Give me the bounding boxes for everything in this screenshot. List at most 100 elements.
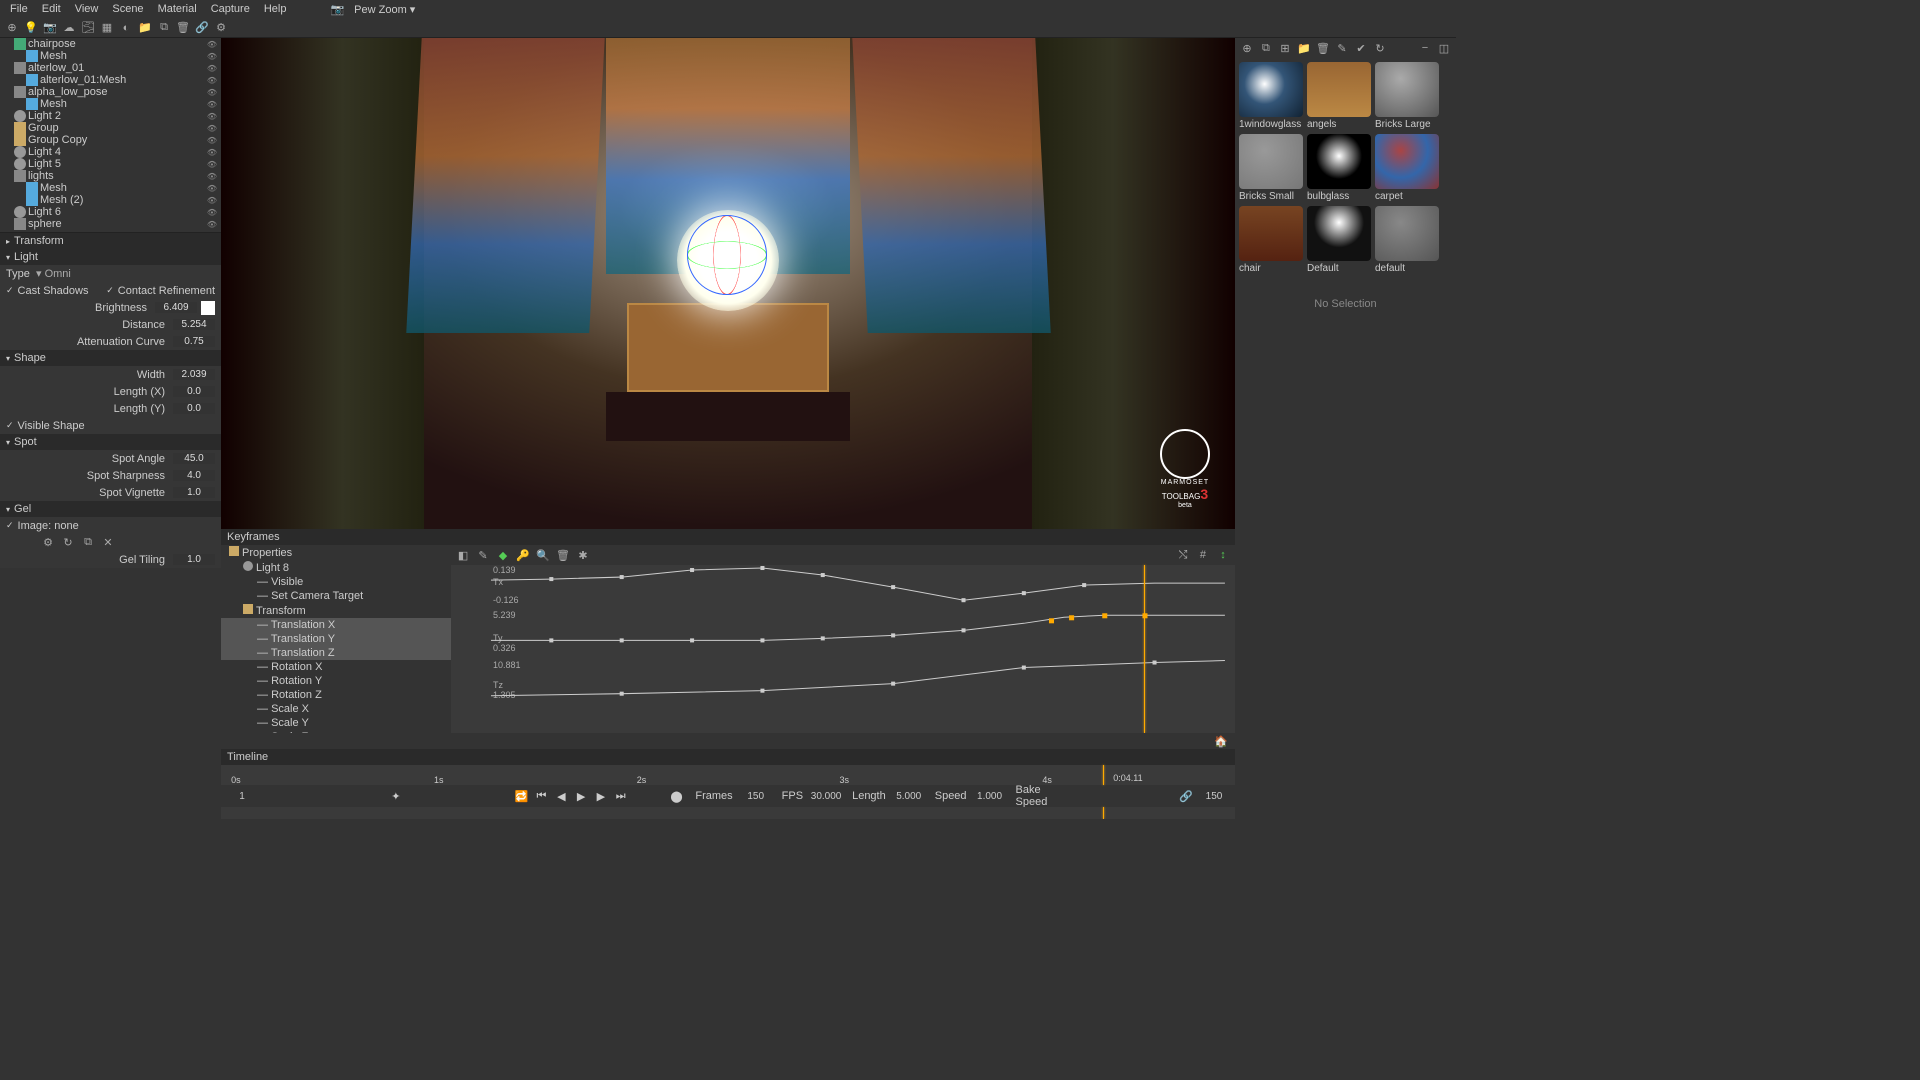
add-light-icon[interactable]: 💡 [23, 20, 39, 36]
material-item[interactable]: Bricks Large [1375, 62, 1439, 130]
kf-auto-icon[interactable]: ◆ [495, 547, 511, 563]
leny-input[interactable] [173, 403, 215, 414]
play-icon[interactable]: ▶ [574, 788, 588, 804]
spot-vig-input[interactable] [173, 487, 215, 498]
kf-shuffle-icon[interactable]: ⤭ [1175, 547, 1191, 563]
gel-gear-icon[interactable]: ⚙ [40, 535, 56, 551]
section-light[interactable]: Light [0, 249, 221, 265]
spot-sharp-input[interactable] [173, 470, 215, 481]
section-shape[interactable]: Shape [0, 350, 221, 366]
outliner-item[interactable]: Mesh👁 [0, 182, 221, 194]
mat-trash-icon[interactable]: 🗑 [1315, 40, 1331, 56]
outliner-item[interactable]: Group👁 [0, 122, 221, 134]
duplicate-icon[interactable]: ⧉ [156, 20, 172, 36]
material-item[interactable]: Bricks Small [1239, 134, 1303, 202]
step-fwd-icon[interactable]: ▶ [594, 788, 608, 804]
add-shadow-icon[interactable]: ◐ [118, 20, 134, 36]
kf-tree-item[interactable]: — Set Camera Target [221, 589, 451, 603]
current-frame-input[interactable] [227, 791, 257, 802]
timeline-header[interactable]: Timeline [221, 749, 1235, 765]
lenx-input[interactable] [173, 386, 215, 397]
menu-scene[interactable]: Scene [106, 1, 149, 17]
link-range-icon[interactable]: 🔗 [1179, 788, 1193, 804]
outliner-item[interactable]: lights👁 [0, 170, 221, 182]
mat-refresh-icon[interactable]: ↻ [1372, 40, 1388, 56]
distance-input[interactable] [173, 319, 215, 330]
frames-input[interactable] [736, 791, 776, 802]
menu-capture[interactable]: Capture [205, 1, 256, 17]
outliner-item[interactable]: sphere👁 [0, 218, 221, 230]
kf-tree-item[interactable]: — Rotation X [221, 660, 451, 674]
spot-angle-input[interactable] [173, 453, 215, 464]
menu-material[interactable]: Material [152, 1, 203, 17]
kf-tree-item[interactable]: Transform [221, 603, 451, 618]
loop-icon[interactable]: 🔁 [515, 788, 529, 804]
kf-add-icon[interactable]: ◧ [455, 547, 471, 563]
light-color-swatch[interactable] [201, 301, 215, 315]
outliner-item[interactable]: Mesh👁 [0, 98, 221, 110]
menu-help[interactable]: Help [258, 1, 293, 17]
bake-speed-button[interactable]: Bake Speed [1016, 784, 1068, 808]
brightness-input[interactable] [155, 302, 197, 313]
kf-tree-item[interactable]: — Translation Z [221, 646, 451, 660]
outliner-item[interactable]: Light 6👁 [0, 206, 221, 218]
kf-edit-icon[interactable]: ✎ [475, 547, 491, 563]
mat-grid-icon[interactable]: ⊞ [1277, 40, 1293, 56]
kf-tree-item[interactable]: — Scale Y [221, 716, 451, 730]
add-fog-icon[interactable]: 🌫 [80, 20, 96, 36]
delete-icon[interactable]: 🗑 [175, 20, 191, 36]
kf-tree-item[interactable]: — Visible [221, 575, 451, 589]
add-object-icon[interactable]: ⊕ [4, 20, 20, 36]
keyframes-header[interactable]: Keyframes [221, 529, 1235, 545]
skip-end-icon[interactable]: ⏭ [614, 788, 628, 804]
mat-check-icon[interactable]: ✔ [1353, 40, 1369, 56]
kf-break-icon[interactable]: ✱ [575, 547, 591, 563]
menu-view[interactable]: View [69, 1, 105, 17]
step-back-icon[interactable]: ◀ [554, 788, 568, 804]
kf-key-icon[interactable]: 🔑 [515, 547, 531, 563]
kf-tree-item[interactable]: Light 8 [221, 560, 451, 575]
width-input[interactable] [173, 369, 215, 380]
viewport-camera-dropdown[interactable]: 📷 Pew Zoom ▾ [324, 0, 427, 20]
gel-image-checkbox[interactable]: Image: none [6, 520, 79, 532]
section-gel[interactable]: Gel [0, 501, 221, 517]
kf-tree-item[interactable]: — Rotation Y [221, 674, 451, 688]
record-icon[interactable]: ⬤ [670, 788, 684, 804]
end-frame-input[interactable] [1199, 791, 1229, 802]
kf-tree-item[interactable]: — Translation X [221, 618, 451, 632]
playhead[interactable] [1144, 565, 1145, 733]
rotation-gizmo[interactable] [687, 215, 767, 295]
add-camera-icon[interactable]: 📷 [42, 20, 58, 36]
speed-input[interactable] [970, 791, 1010, 802]
attenuation-input[interactable] [173, 336, 215, 347]
outliner[interactable]: chairpose👁Mesh👁alterlow_01👁alterlow_01:M… [0, 38, 221, 233]
add-mesh-icon[interactable]: ▦ [99, 20, 115, 36]
light-type-dropdown[interactable]: ▾ Omni [36, 267, 71, 280]
outliner-item[interactable]: Mesh (2)👁 [0, 194, 221, 206]
menu-edit[interactable]: Edit [36, 1, 67, 17]
material-item[interactable]: bulbglass [1307, 134, 1371, 202]
contact-refinement-checkbox[interactable]: Contact Refinement [106, 285, 215, 297]
outliner-item[interactable]: alterlow_01:Mesh👁 [0, 74, 221, 86]
outliner-item[interactable]: Light 4👁 [0, 146, 221, 158]
home-icon[interactable]: 🏠 [1213, 733, 1229, 749]
material-item[interactable]: default [1375, 206, 1439, 274]
add-sky-icon[interactable]: ☁ [61, 20, 77, 36]
kf-snap-icon[interactable]: ↕ [1215, 547, 1231, 563]
viewport[interactable]: MARMOSET TOOLBAG3 beta [221, 38, 1235, 529]
outliner-item[interactable]: alterlow_01👁 [0, 62, 221, 74]
outliner-item[interactable]: alpha_low_pose👁 [0, 86, 221, 98]
link-icon[interactable]: 🔗 [194, 20, 210, 36]
outliner-item[interactable]: Mesh👁 [0, 50, 221, 62]
material-item[interactable]: Default [1307, 206, 1371, 274]
gel-copy-icon[interactable]: ⧉ [80, 535, 96, 551]
menu-file[interactable]: File [4, 1, 34, 17]
settings-icon[interactable]: ⚙ [213, 20, 229, 36]
outliner-item[interactable]: Light 2👁 [0, 110, 221, 122]
outliner-item[interactable]: Light 5👁 [0, 158, 221, 170]
outliner-item[interactable]: Group Copy👁 [0, 134, 221, 146]
mat-min-icon[interactable]: − [1417, 40, 1433, 56]
kf-tree-item[interactable]: — Rotation Z [221, 688, 451, 702]
kf-delete-icon[interactable]: 🗑 [555, 547, 571, 563]
gel-tiling-input[interactable] [173, 554, 215, 565]
